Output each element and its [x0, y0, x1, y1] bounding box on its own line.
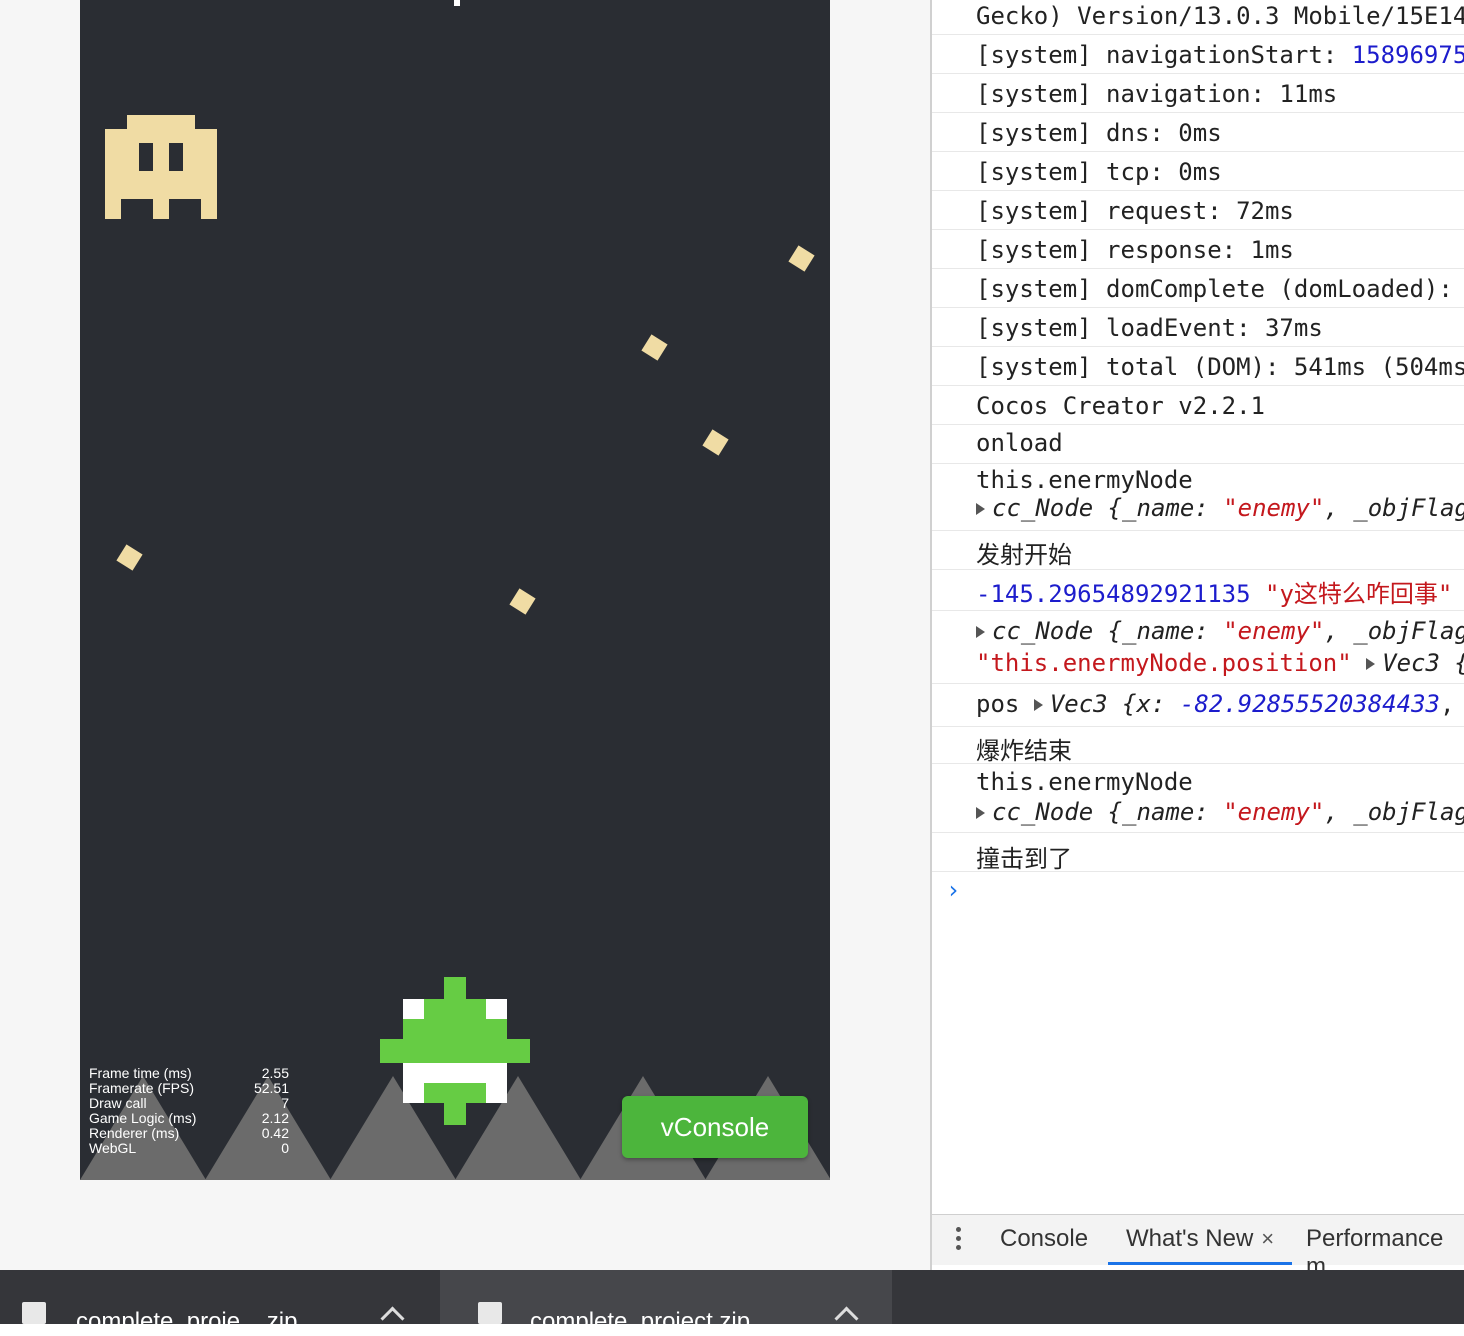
- log-entry: [system] tcp: 0ms: [932, 152, 1464, 191]
- log-entry: [system] domComplete (domLoaded):: [932, 269, 1464, 308]
- download-item[interactable]: complete_project.zip: [440, 1270, 892, 1335]
- close-tab-icon[interactable]: ×: [1261, 1226, 1274, 1251]
- enemy-bullet: [641, 334, 668, 361]
- stat-draw-call: Draw call 7: [89, 1095, 289, 1111]
- log-entry: Cocos Creator v2.2.1: [932, 386, 1464, 425]
- log-entry: [system] navigationStart: 15896975: [932, 35, 1464, 74]
- enemy-bullet: [788, 245, 815, 272]
- log-entry: 爆炸结束: [932, 727, 1464, 764]
- enemy-invader: [105, 115, 217, 219]
- expand-triangle-icon[interactable]: [976, 626, 985, 638]
- chevron-up-icon[interactable]: [834, 1306, 859, 1331]
- expand-triangle-icon[interactable]: [1366, 658, 1376, 670]
- expand-triangle-icon[interactable]: [976, 807, 985, 819]
- expandable-object[interactable]: cc_Node {_name: "enemy", _objFlag: [976, 494, 1464, 522]
- download-bar: complete_proje....zip complete_project.z…: [0, 1270, 1464, 1335]
- log-entry: this.enermyNode cc_Node {_name: "enemy",…: [932, 764, 1464, 833]
- log-entry: -145.29654892921135 "y这特么咋回事": [932, 570, 1464, 611]
- console-prompt[interactable]: ›: [946, 876, 960, 904]
- zip-file-icon: [22, 1302, 46, 1324]
- drawer-tabbar: Console What's New × Performance m: [932, 1214, 1464, 1280]
- download-filename: complete_project.zip: [530, 1308, 751, 1335]
- log-entry: 撞击到了: [932, 833, 1464, 872]
- log-entry: [system] response: 1ms: [932, 230, 1464, 269]
- log-entry: [system] loadEvent: 37ms: [932, 308, 1464, 347]
- profiler-stats: Frame time (ms) 2.55 Framerate (FPS) 52.51…: [89, 1066, 289, 1156]
- game-canvas[interactable]: Frame time (ms) 2.55 Framerate (FPS) 52.51…: [80, 0, 830, 1180]
- log-entry: onload: [932, 425, 1464, 464]
- expandable-object[interactable]: cc_Node {_name: "enemy", _objFlag: [976, 617, 1464, 645]
- tab-whats-new[interactable]: What's New ×: [1108, 1225, 1293, 1265]
- kebab-menu-icon[interactable]: [956, 1227, 962, 1254]
- stat-renderer: Renderer (ms) 0.42: [89, 1125, 289, 1141]
- stat-framerate: Framerate (FPS) 52.51: [89, 1080, 289, 1096]
- chevron-up-icon[interactable]: [380, 1306, 405, 1331]
- page-area: Frame time (ms) 2.55 Framerate (FPS) 52.51…: [0, 0, 930, 1270]
- log-entry: [system] navigation: 11ms: [932, 74, 1464, 113]
- player-ship[interactable]: [380, 977, 530, 1127]
- log-entry: 发射开始: [932, 531, 1464, 570]
- stat-frame-time: Frame time (ms) 2.55: [89, 1065, 289, 1081]
- enemy-bullet: [702, 429, 729, 456]
- log-entry: [system] dns: 0ms: [932, 113, 1464, 152]
- zip-file-icon: [478, 1302, 502, 1324]
- log-entry: [system] total (DOM): 541ms (504ms: [932, 347, 1464, 386]
- expand-triangle-icon[interactable]: [1033, 699, 1043, 711]
- log-entry: this.enermyNode cc_Node {_name: "enemy",…: [932, 464, 1464, 531]
- enemy-bullet: [116, 544, 143, 571]
- log-entry: Gecko) Version/13.0.3 Mobile/15E14: [932, 0, 1464, 35]
- player-bullet: [454, 0, 460, 6]
- tab-console[interactable]: Console: [1000, 1225, 1088, 1253]
- log-entry: cc_Node {_name: "enemy", _objFlag "this.…: [932, 611, 1464, 684]
- stat-game-logic: Game Logic (ms) 2.12: [89, 1110, 289, 1126]
- vconsole-button[interactable]: vConsole: [622, 1096, 808, 1158]
- devtools-console: Gecko) Version/13.0.3 Mobile/15E14 [syst…: [930, 0, 1464, 1280]
- expand-triangle-icon[interactable]: [976, 503, 985, 515]
- download-item[interactable]: complete_proje....zip: [0, 1270, 438, 1335]
- log-entry: pos Vec3 {x: -82.92855520384433,: [932, 684, 1464, 727]
- enemy-bullet: [509, 588, 536, 615]
- stat-webgl: WebGL 0: [89, 1140, 289, 1156]
- expandable-object[interactable]: cc_Node {_name: "enemy", _objFlag: [976, 798, 1464, 826]
- download-filename: complete_proje....zip: [76, 1308, 298, 1335]
- log-entry: [system] request: 72ms: [932, 191, 1464, 230]
